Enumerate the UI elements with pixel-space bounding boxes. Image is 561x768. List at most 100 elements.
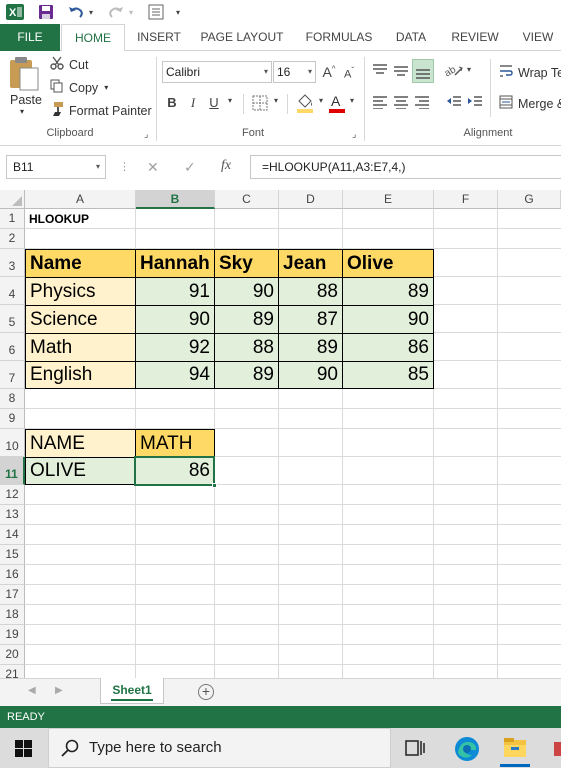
orientation-icon[interactable]: ab — [443, 62, 463, 79]
column-header-e[interactable]: E — [343, 190, 434, 209]
cell-a11[interactable]: OLIVE — [26, 458, 136, 484]
align-left-icon[interactable] — [372, 95, 388, 110]
tab-review[interactable]: REVIEW — [446, 24, 504, 51]
row-header[interactable]: 7 — [0, 361, 25, 389]
cancel-icon[interactable]: ✕ — [147, 159, 159, 176]
insert-function-icon[interactable]: fx — [221, 158, 231, 174]
redo-icon[interactable] — [106, 3, 126, 21]
tab-home[interactable]: HOME — [61, 24, 125, 52]
cell-d3[interactable]: Jean — [279, 250, 343, 278]
cell-a6[interactable]: Math — [26, 334, 136, 362]
cell-d6[interactable]: 89 — [279, 334, 343, 362]
row-header[interactable]: 1 — [0, 209, 25, 229]
column-header-f[interactable]: F — [434, 190, 498, 209]
cell-c3[interactable]: Sky — [215, 250, 279, 278]
cell-a3[interactable]: Name — [26, 250, 136, 278]
font-color-dropdown-icon[interactable]: ▾ — [347, 96, 357, 105]
orientation-dropdown-icon[interactable]: ▾ — [464, 65, 474, 74]
row-header[interactable]: 5 — [0, 305, 25, 333]
row-header[interactable]: 2 — [0, 229, 25, 249]
fill-handle[interactable] — [212, 483, 217, 488]
cell-b10[interactable]: MATH — [136, 430, 214, 458]
cell-e3[interactable]: Olive — [343, 250, 433, 278]
row-header[interactable]: 19 — [0, 625, 25, 645]
align-bottom-icon[interactable] — [412, 59, 434, 83]
cell-c7[interactable]: 89 — [215, 362, 279, 388]
tab-file[interactable]: FILE — [0, 24, 60, 51]
paste-dropdown-icon[interactable]: ▾ — [20, 107, 24, 116]
italic-button[interactable]: I — [186, 95, 200, 111]
row-header[interactable]: 4 — [0, 277, 25, 305]
format-painter-button[interactable]: Format Painter — [50, 102, 152, 119]
row-header[interactable]: 15 — [0, 545, 25, 565]
column-header-g[interactable]: G — [498, 190, 561, 209]
paste-button[interactable]: Paste — [10, 93, 42, 107]
row-header[interactable]: 12 — [0, 485, 25, 505]
increase-indent-icon[interactable] — [467, 95, 483, 109]
tab-view[interactable]: VIEW — [515, 24, 561, 51]
worksheet-grid[interactable]: A B C D E F G 1 2 3 4 5 6 7 8 9 10 11 12… — [0, 190, 561, 678]
row-header[interactable]: 13 — [0, 505, 25, 525]
formula-input[interactable]: =HLOOKUP(A11,A3:E7,4,) — [250, 155, 561, 179]
cell-c4[interactable]: 90 — [215, 278, 279, 306]
cell-d4[interactable]: 88 — [279, 278, 343, 306]
taskbar-search-box[interactable]: Type here to search — [48, 728, 391, 768]
font-color-icon[interactable]: A — [329, 93, 345, 113]
row-header[interactable]: 20 — [0, 645, 25, 665]
row-header[interactable]: 17 — [0, 585, 25, 605]
cell-d7[interactable]: 90 — [279, 362, 343, 388]
scroll-left-icon[interactable]: ◀ — [28, 685, 36, 696]
font-size-select[interactable]: 16 ▾ — [273, 61, 316, 83]
row-header[interactable]: 6 — [0, 333, 25, 361]
cell-e6[interactable]: 86 — [343, 334, 433, 362]
underline-button[interactable]: U — [207, 95, 221, 110]
cell-c6[interactable]: 88 — [215, 334, 279, 362]
task-view-icon[interactable] — [405, 739, 425, 757]
row-header[interactable]: 16 — [0, 565, 25, 585]
scroll-right-icon[interactable]: ▶ — [55, 685, 63, 696]
cell-e7[interactable]: 85 — [343, 362, 433, 388]
row-header-selected[interactable]: 11 — [0, 457, 25, 485]
cell-b5[interactable]: 90 — [136, 306, 215, 334]
column-header-c[interactable]: C — [215, 190, 279, 209]
fill-color-dropdown-icon[interactable]: ▾ — [316, 96, 326, 105]
wrap-text-button[interactable]: Wrap Te — [499, 64, 561, 81]
borders-icon[interactable] — [252, 95, 268, 111]
cell-a5[interactable]: Science — [26, 306, 136, 334]
tab-insert[interactable]: INSERT — [130, 24, 188, 51]
taskbar-app-icon[interactable] — [552, 740, 561, 758]
font-name-select[interactable]: Calibri ▾ — [162, 61, 272, 83]
grow-font-icon[interactable]: A^ — [321, 64, 337, 80]
undo-dropdown-icon[interactable]: ▾ — [86, 3, 96, 21]
cell-a7[interactable]: English — [26, 362, 136, 388]
align-top-icon[interactable] — [372, 63, 388, 77]
row-header[interactable]: 3 — [0, 249, 25, 277]
column-header-b[interactable]: B — [136, 190, 215, 209]
edge-browser-icon[interactable] — [454, 736, 480, 762]
row-header[interactable]: 18 — [0, 605, 25, 625]
underline-dropdown-icon[interactable]: ▾ — [225, 96, 235, 105]
file-explorer-icon[interactable] — [503, 736, 527, 760]
redo-dropdown-icon[interactable]: ▾ — [126, 3, 136, 21]
align-right-icon[interactable] — [414, 95, 430, 110]
align-middle-icon[interactable] — [393, 63, 409, 77]
clipboard-launcher-icon[interactable]: ⌟ — [144, 129, 148, 140]
shrink-font-icon[interactable]: Aˇ — [341, 66, 357, 81]
windows-start-icon[interactable] — [15, 740, 32, 757]
borders-dropdown-icon[interactable]: ▾ — [271, 96, 281, 105]
cell-e5[interactable]: 90 — [343, 306, 433, 334]
copy-button[interactable]: Copy ▾ — [50, 79, 108, 96]
add-sheet-icon[interactable]: + — [198, 684, 214, 700]
form-icon[interactable] — [146, 3, 166, 21]
cell-d5[interactable]: 87 — [279, 306, 343, 334]
row-header[interactable]: 8 — [0, 389, 25, 409]
fill-color-icon[interactable] — [296, 93, 314, 113]
row-header[interactable]: 14 — [0, 525, 25, 545]
undo-icon[interactable] — [66, 3, 86, 21]
tab-data[interactable]: DATA — [390, 24, 432, 51]
cut-button[interactable]: Cut — [50, 56, 88, 73]
cell-b3[interactable]: Hannah — [136, 250, 215, 278]
enter-icon[interactable]: ✓ — [184, 159, 196, 176]
cell-b7[interactable]: 94 — [136, 362, 215, 388]
cell-e4[interactable]: 89 — [343, 278, 433, 306]
